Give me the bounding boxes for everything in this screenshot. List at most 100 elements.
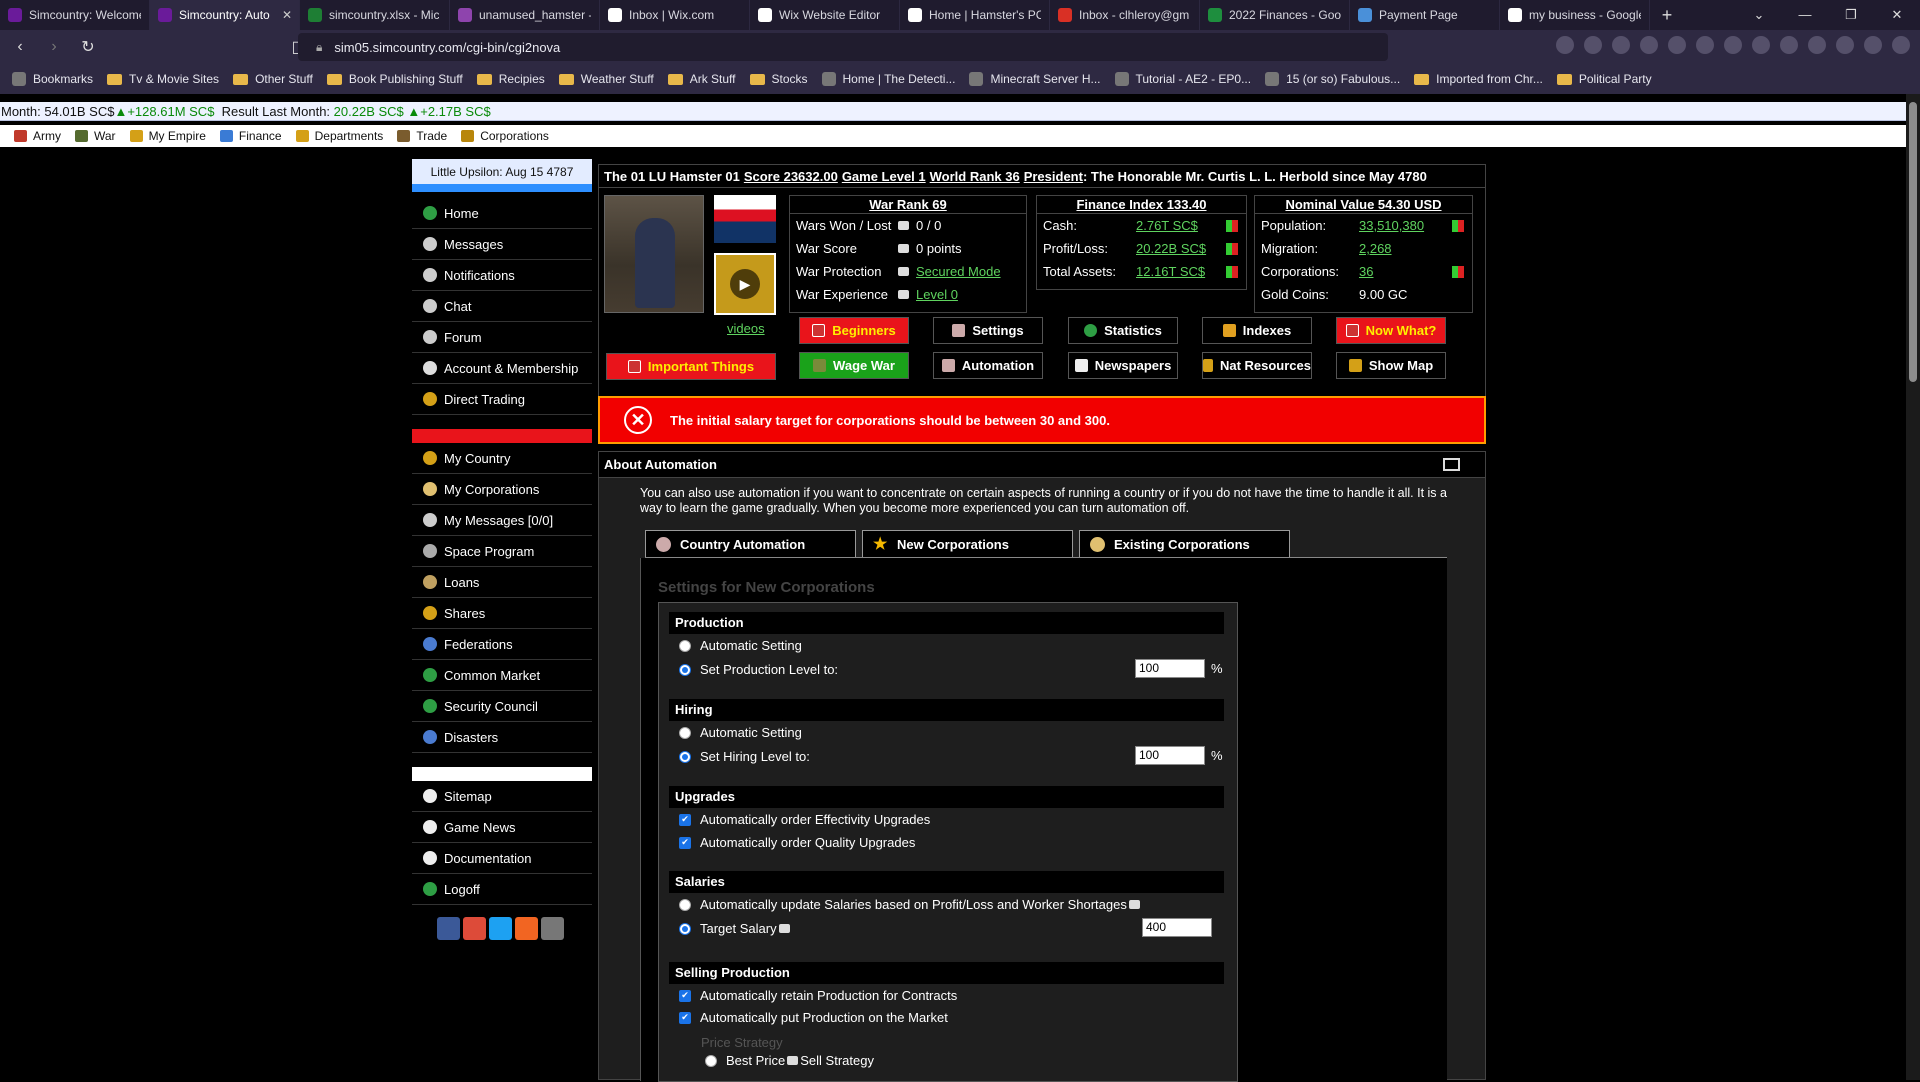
nav-item-federations[interactable]: Federations (412, 629, 592, 660)
menu-item-finance[interactable]: Finance (219, 129, 282, 143)
nav-item-security-council[interactable]: Security Council (412, 691, 592, 722)
back-button[interactable]: ‹ (6, 38, 34, 56)
finance-row-value[interactable]: 20.22B SC$ (1136, 241, 1226, 256)
menu-item-my-empire[interactable]: My Empire (129, 129, 206, 143)
tab-list-chevron-icon[interactable]: ⌄ (1736, 0, 1782, 30)
bookmark-item[interactable]: Political Party (1556, 72, 1652, 86)
nav-item-space-program[interactable]: Space Program (412, 536, 592, 567)
hiring-level-input[interactable]: 100 (1135, 746, 1205, 765)
help-icon[interactable] (898, 244, 909, 253)
effectivity-upgrades-option[interactable]: ✔ Automatically order Effectivity Upgrade… (679, 812, 930, 827)
nominal-row-value[interactable]: 36 (1359, 264, 1452, 279)
nav-item-forum[interactable]: Forum (412, 322, 592, 353)
production-auto-option[interactable]: Automatic Setting (679, 638, 802, 653)
reload-button[interactable]: ↻ (74, 37, 102, 57)
bookmark-item[interactable]: Tv & Movie Sites (107, 72, 219, 86)
nav-item-disasters[interactable]: Disasters (412, 722, 592, 753)
retain-production-checkbox[interactable]: ✔ (679, 989, 691, 1002)
nav-item-home[interactable]: Home (412, 198, 592, 229)
wage-war-button[interactable]: Wage War (799, 352, 909, 379)
nav-item-account-membership[interactable]: Account & Membership (412, 353, 592, 384)
menu-item-departments[interactable]: Departments (295, 129, 383, 143)
finance-row-value[interactable]: 12.16T SC$ (1136, 264, 1226, 279)
extension-icon[interactable] (1808, 36, 1826, 54)
bookmark-item[interactable]: Tutorial - AE2 - EP0... (1114, 72, 1251, 86)
newspapers-button[interactable]: Newspapers (1068, 352, 1178, 379)
popout-window-icon[interactable] (1443, 458, 1460, 471)
menu-item-corporations[interactable]: Corporations (461, 129, 549, 143)
nav-item-chat[interactable]: Chat (412, 291, 592, 322)
extension-icon[interactable] (1696, 36, 1714, 54)
market-production-option[interactable]: ✔ Automatically put Production on the Mar… (679, 1010, 948, 1025)
google-plus-icon[interactable] (463, 917, 486, 940)
production-level-input[interactable]: 100 (1135, 659, 1205, 678)
extension-icon[interactable] (1724, 36, 1742, 54)
minimize-button[interactable]: — (1782, 0, 1828, 30)
bookmark-item[interactable]: Stocks (749, 72, 808, 86)
extension-icon[interactable] (1584, 36, 1602, 54)
close-window-button[interactable]: ✕ (1874, 0, 1920, 30)
retain-production-option[interactable]: ✔ Automatically retain Production for Con… (679, 988, 957, 1003)
extension-icon[interactable] (1556, 36, 1574, 54)
browser-tab[interactable]: my business - Google (1500, 0, 1650, 30)
finance-index-header[interactable]: Finance Index 133.40 (1037, 196, 1246, 214)
nominal-value-header[interactable]: Nominal Value 54.30 USD (1255, 196, 1472, 214)
scrollbar-thumb[interactable] (1909, 102, 1917, 382)
extension-icon[interactable] (1668, 36, 1686, 54)
tab-new-corporations[interactable]: ★ New Corporations (862, 530, 1073, 558)
email-icon[interactable] (541, 917, 564, 940)
extension-icon[interactable] (1780, 36, 1798, 54)
browser-tab[interactable]: Wix Website Editor (750, 0, 900, 30)
market-production-checkbox[interactable]: ✔ (679, 1011, 691, 1024)
hiring-auto-radio[interactable] (679, 726, 691, 739)
effectivity-upgrades-checkbox[interactable]: ✔ (679, 813, 691, 826)
extension-icon[interactable] (1640, 36, 1658, 54)
beginners-button[interactable]: Beginners (799, 317, 909, 344)
help-icon[interactable] (787, 1056, 799, 1065)
finance-row-value[interactable]: 2.76T SC$ (1136, 218, 1226, 233)
wallet-icon[interactable] (1864, 36, 1882, 54)
nominal-row-value[interactable]: 33,510,380 (1359, 218, 1452, 233)
help-icon[interactable] (898, 221, 909, 230)
bookmark-item[interactable]: Book Publishing Stuff (326, 72, 463, 86)
nav-item-my-messages-0-0[interactable]: My Messages [0/0] (412, 505, 592, 536)
help-icon[interactable] (778, 924, 790, 933)
bookmark-item[interactable]: Bookmarks (12, 72, 93, 86)
production-auto-radio[interactable] (679, 639, 691, 652)
facebook-icon[interactable] (437, 917, 460, 940)
menu-icon[interactable] (1892, 36, 1910, 54)
important-things-button[interactable]: Important Things (606, 353, 776, 380)
menu-item-trade[interactable]: Trade (397, 129, 447, 143)
menu-item-army[interactable]: Army (14, 129, 61, 143)
nav-item-my-corporations[interactable]: My Corporations (412, 474, 592, 505)
nav-item-my-country[interactable]: My Country (412, 443, 592, 474)
indexes-button[interactable]: Indexes (1202, 317, 1312, 344)
url-bar[interactable]: 🔒︎ sim05.simcountry.com/cgi-bin/cgi2nova (298, 33, 1388, 61)
help-icon[interactable] (898, 267, 909, 276)
browser-tab[interactable]: 2022 Finances - Goo (1200, 0, 1350, 30)
quality-upgrades-option[interactable]: ✔ Automatically order Quality Upgrades (679, 835, 915, 850)
nav-item-sitemap[interactable]: Sitemap (412, 781, 592, 812)
browser-tab[interactable]: Inbox | Wix.com (600, 0, 750, 30)
bookmark-item[interactable]: Recipies (476, 72, 545, 86)
rss-icon[interactable] (515, 917, 538, 940)
nav-item-direct-trading[interactable]: Direct Trading (412, 384, 592, 415)
browser-tab[interactable]: Simcountry: Auto ✕ (150, 0, 300, 30)
tab-close-icon[interactable]: ✕ (282, 8, 292, 22)
bookmark-item[interactable]: Weather Stuff (558, 72, 654, 86)
nav-item-common-market[interactable]: Common Market (412, 660, 592, 691)
help-icon[interactable] (1128, 900, 1140, 909)
game-level-link[interactable]: Game Level 1 (842, 169, 926, 184)
videos-thumbnail[interactable]: ▶ (714, 253, 776, 315)
nav-item-messages[interactable]: Messages (412, 229, 592, 260)
salaries-auto-radio[interactable] (679, 898, 691, 911)
bookmark-item[interactable]: 15 (or so) Fabulous... (1265, 72, 1400, 86)
browser-tab[interactable]: Payment Page (1350, 0, 1500, 30)
hiring-set-radio[interactable] (679, 750, 691, 763)
browser-tab[interactable]: simcountry.xlsx - Mic (300, 0, 450, 30)
browser-tab[interactable]: Inbox - clhleroy@gm (1050, 0, 1200, 30)
nav-item-documentation[interactable]: Documentation (412, 843, 592, 874)
extensions-puzzle-icon[interactable] (1836, 36, 1854, 54)
hiring-auto-option[interactable]: Automatic Setting (679, 725, 802, 740)
country-flag[interactable] (714, 195, 776, 243)
